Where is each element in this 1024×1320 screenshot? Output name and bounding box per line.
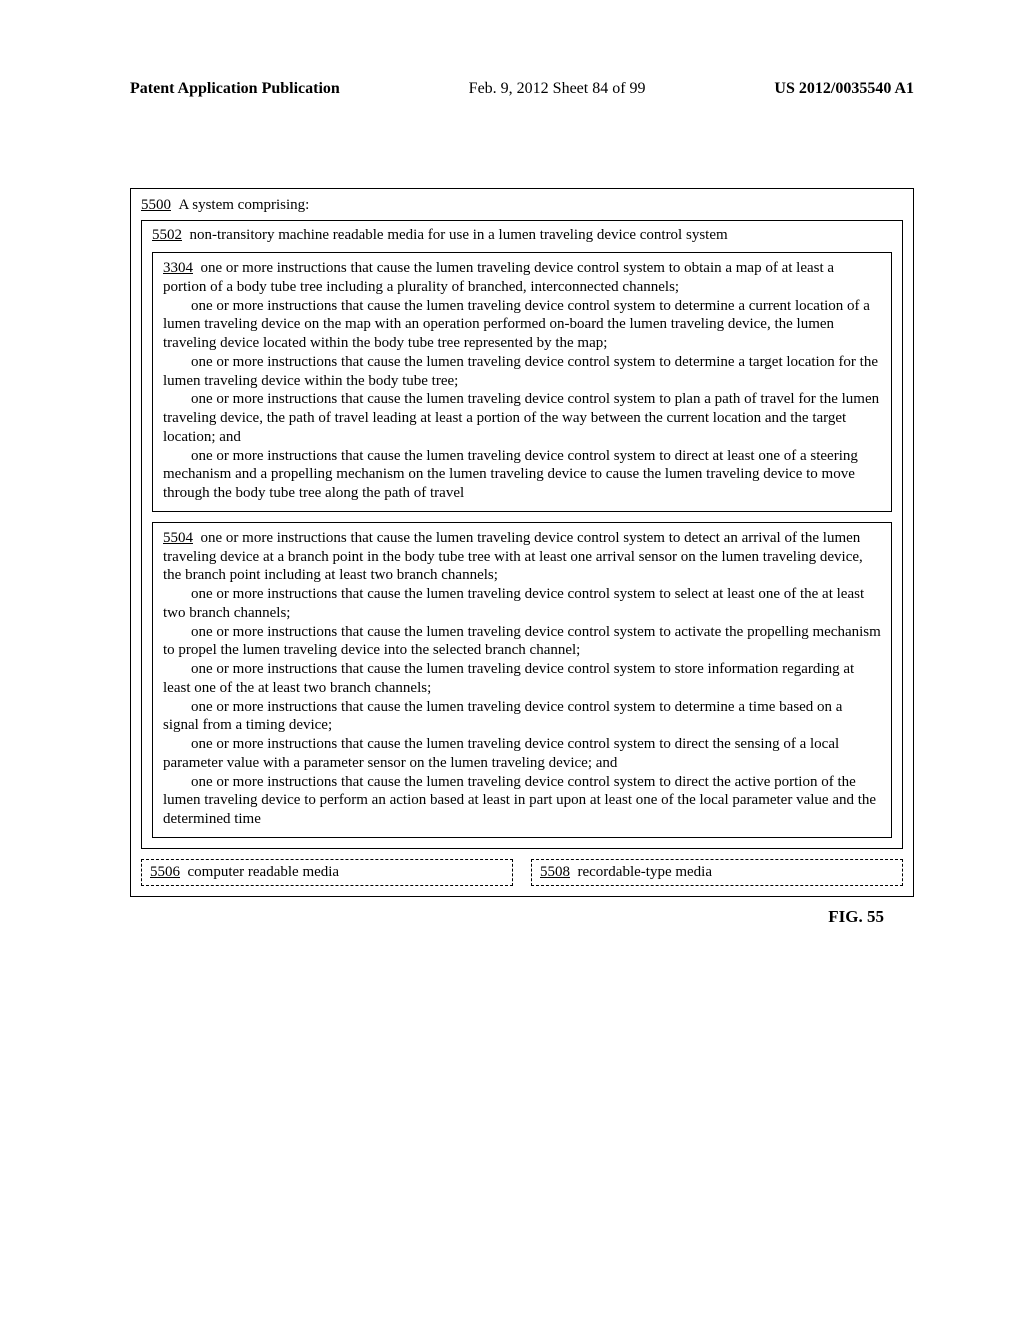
page-header: Patent Application Publication Feb. 9, 2… bbox=[130, 80, 914, 98]
box-5504-p7: one or more instructions that cause the … bbox=[163, 773, 881, 829]
figure-label: FIG. 55 bbox=[130, 907, 914, 927]
ref-5502: 5502 bbox=[152, 227, 182, 243]
box-5508-text: recordable-type media bbox=[578, 864, 713, 880]
box-3304-p1: 3304 one or more instructions that cause… bbox=[163, 259, 881, 297]
box-5504: 5504 one or more instructions that cause… bbox=[152, 522, 892, 838]
box-3304-p5: one or more instructions that cause the … bbox=[163, 447, 881, 503]
ref-5508: 5508 bbox=[540, 864, 570, 880]
box-5504-p6: one or more instructions that cause the … bbox=[163, 735, 881, 773]
box-3304-p1-text: one or more instructions that cause the … bbox=[163, 260, 834, 295]
box-5504-p1-text: one or more instructions that cause the … bbox=[163, 530, 863, 584]
box-5504-p1: 5504 one or more instructions that cause… bbox=[163, 529, 881, 585]
header-left: Patent Application Publication bbox=[130, 80, 340, 98]
box-5502-title: 5502 non-transitory machine readable med… bbox=[152, 227, 892, 244]
box-5500-title: 5500 A system comprising: bbox=[141, 197, 903, 214]
ref-3304: 3304 bbox=[163, 260, 193, 276]
ref-5506: 5506 bbox=[150, 864, 180, 880]
box-5506-text: computer readable media bbox=[188, 864, 340, 880]
box-5502: 5502 non-transitory machine readable med… bbox=[141, 220, 903, 849]
box-5504-p2: one or more instructions that cause the … bbox=[163, 585, 881, 623]
header-center: Feb. 9, 2012 Sheet 84 of 99 bbox=[469, 80, 646, 98]
box-5502-text: non-transitory machine readable media fo… bbox=[190, 227, 728, 243]
box-5500-text: A system comprising: bbox=[179, 197, 310, 213]
box-3304-p2: one or more instructions that cause the … bbox=[163, 297, 881, 353]
box-3304-p3: one or more instructions that cause the … bbox=[163, 353, 881, 391]
page-container: Patent Application Publication Feb. 9, 2… bbox=[0, 0, 1024, 987]
ref-5504: 5504 bbox=[163, 530, 193, 546]
box-3304: 3304 one or more instructions that cause… bbox=[152, 252, 892, 512]
header-right: US 2012/0035540 A1 bbox=[774, 80, 914, 98]
box-5500: 5500 A system comprising: 5502 non-trans… bbox=[130, 188, 914, 897]
box-5504-p4: one or more instructions that cause the … bbox=[163, 660, 881, 698]
box-5506: 5506 computer readable media bbox=[141, 859, 513, 886]
box-5508: 5508 recordable-type media bbox=[531, 859, 903, 886]
dashed-row: 5506 computer readable media 5508 record… bbox=[141, 859, 903, 886]
box-3304-p4: one or more instructions that cause the … bbox=[163, 390, 881, 446]
ref-5500: 5500 bbox=[141, 197, 171, 213]
box-5504-p5: one or more instructions that cause the … bbox=[163, 698, 881, 736]
box-5504-p3: one or more instructions that cause the … bbox=[163, 623, 881, 661]
